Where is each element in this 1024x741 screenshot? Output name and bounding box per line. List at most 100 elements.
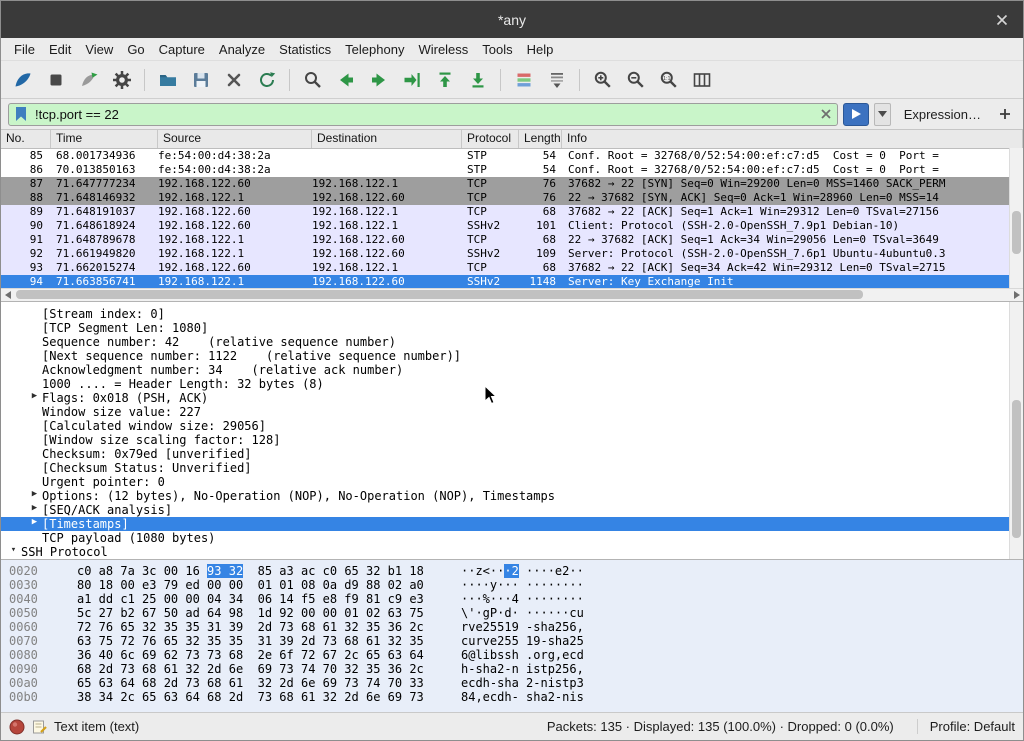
expander-icon[interactable] [27, 335, 42, 349]
expander-icon[interactable] [27, 419, 42, 433]
bookmark-icon[interactable] [14, 106, 28, 122]
expression-button[interactable]: Expression… [896, 107, 989, 122]
scroll-left-arrow[interactable] [1, 289, 14, 301]
packet-row[interactable]: 88 71.648146932 192.168.122.1 192.168.12… [1, 191, 1023, 205]
detail-row[interactable]: [Calculated window size: 29056] [1, 419, 1023, 433]
column-header-no[interactable]: No. [1, 130, 51, 148]
expander-icon[interactable] [27, 349, 42, 363]
detail-row[interactable]: ▶ Flags: 0x018 (PSH, ACK) [1, 391, 1023, 405]
add-filter-button[interactable] [994, 104, 1016, 125]
column-header-time[interactable]: Time [51, 130, 158, 148]
go-forward-button[interactable] [365, 66, 392, 93]
expander-icon[interactable] [27, 559, 42, 560]
detail-row[interactable]: [Stream index: 0] [1, 307, 1023, 321]
expander-icon[interactable] [27, 377, 42, 391]
scroll-right-arrow[interactable] [1010, 289, 1023, 301]
menu-item[interactable]: File [7, 40, 42, 59]
expander-icon[interactable]: ▶ [27, 503, 42, 517]
packet-row[interactable]: 87 71.647777234 192.168.122.60 192.168.1… [1, 177, 1023, 191]
hex-bytes[interactable]: 5c 27 b2 67 50 ad 64 98 1d 92 00 00 01 0… [77, 606, 435, 620]
packet-row[interactable]: 91 71.648789678 192.168.122.1 192.168.12… [1, 233, 1023, 247]
status-profile[interactable]: Profile: Default [917, 719, 1015, 734]
capture-restart-button[interactable] [75, 66, 102, 93]
hex-ascii[interactable]: \'·gP·d· ······cu [461, 606, 584, 620]
colorize-button[interactable] [510, 66, 537, 93]
go-first-button[interactable] [431, 66, 458, 93]
detail-row[interactable]: Checksum: 0x79ed [unverified] [1, 447, 1023, 461]
zoom-in-button[interactable] [589, 66, 616, 93]
hex-ascii[interactable]: ····y··· ········ [461, 578, 584, 592]
hex-bytes[interactable]: 68 2d 73 68 61 32 2d 6e 69 73 74 70 32 3… [77, 662, 435, 676]
expander-icon[interactable] [27, 307, 42, 321]
close-window-button[interactable] [991, 1, 1013, 38]
menu-item[interactable]: Telephony [338, 40, 411, 59]
hex-bytes[interactable]: 65 63 64 68 2d 73 68 61 32 2d 6e 69 73 7… [77, 676, 435, 690]
detail-row[interactable]: ▾ SSH Protocol [1, 545, 1023, 559]
display-filter-field[interactable] [8, 103, 838, 126]
expander-icon[interactable] [27, 475, 42, 489]
menu-item[interactable]: Statistics [272, 40, 338, 59]
hex-bytes[interactable]: c0 a8 7a 3c 00 16 93 32 85 a3 ac c0 65 3… [77, 564, 435, 578]
find-packet-button[interactable] [299, 66, 326, 93]
go-to-packet-button[interactable] [398, 66, 425, 93]
column-header-source[interactable]: Source [158, 130, 312, 148]
menu-item[interactable]: Go [120, 40, 151, 59]
detail-row[interactable]: ▶ Options: (12 bytes), No-Operation (NOP… [1, 489, 1023, 503]
column-header-protocol[interactable]: Protocol [462, 130, 519, 148]
hex-ascii[interactable]: 84,ecdh- sha2-nis [461, 690, 584, 704]
hex-ascii[interactable]: rve25519 -sha256, [461, 620, 584, 634]
expander-icon[interactable] [27, 461, 42, 475]
detail-row[interactable]: [Window size scaling factor: 128] [1, 433, 1023, 447]
expander-icon[interactable]: ▶ [27, 517, 42, 531]
expander-icon[interactable] [27, 321, 42, 335]
hex-bytes[interactable]: 80 18 00 e3 79 ed 00 00 01 01 08 0a d9 8… [77, 578, 435, 592]
packet-row[interactable]: 86 70.013850163 fe:54:00:d4:38:2a STP 54… [1, 163, 1023, 177]
capture-stop-button[interactable] [42, 66, 69, 93]
packet-row[interactable]: 90 71.648618924 192.168.122.60 192.168.1… [1, 219, 1023, 233]
packet-row[interactable]: 92 71.661949820 192.168.122.1 192.168.12… [1, 247, 1023, 261]
hex-bytes[interactable]: 36 40 6c 69 62 73 73 68 2e 6f 72 67 2c 6… [77, 648, 435, 662]
clear-filter-icon[interactable] [820, 108, 832, 120]
reload-file-button[interactable] [253, 66, 280, 93]
go-last-button[interactable] [464, 66, 491, 93]
hex-ascii[interactable]: ···%···4 ········ [461, 592, 584, 606]
expander-icon[interactable] [27, 363, 42, 377]
display-filter-input[interactable] [33, 106, 815, 123]
hex-ascii[interactable]: h-sha2-n istp256, [461, 662, 584, 676]
details-vscrollbar[interactable] [1009, 302, 1023, 559]
hex-ascii[interactable]: ··z<···2 ····e2·· [461, 564, 584, 578]
hex-bytes[interactable]: 38 34 2c 65 63 64 68 2d 73 68 61 32 2d 6… [77, 690, 435, 704]
apply-filter-button[interactable] [843, 103, 869, 126]
capture-comment-icon[interactable] [32, 719, 47, 735]
column-header-length[interactable]: Length [519, 130, 562, 148]
detail-row[interactable]: SSH Version 2 (encryption:chacha20-poly1… [1, 559, 1023, 560]
menu-item[interactable]: Capture [152, 40, 212, 59]
hex-row[interactable]: 0050 5c 27 b2 67 50 ad 64 98 1d 92 00 00… [9, 606, 1023, 620]
detail-row[interactable]: ▶ [Timestamps] [1, 517, 1023, 531]
expander-icon[interactable] [27, 405, 42, 419]
hex-row[interactable]: 00a0 65 63 64 68 2d 73 68 61 32 2d 6e 69… [9, 676, 1023, 690]
packet-row[interactable]: 89 71.648191037 192.168.122.60 192.168.1… [1, 205, 1023, 219]
scrollbar-thumb[interactable] [1012, 400, 1021, 539]
go-back-button[interactable] [332, 66, 359, 93]
auto-scroll-button[interactable] [543, 66, 570, 93]
expander-icon[interactable]: ▶ [27, 489, 42, 503]
menu-item[interactable]: Wireless [411, 40, 475, 59]
detail-row[interactable]: Urgent pointer: 0 [1, 475, 1023, 489]
scrollbar-thumb[interactable] [16, 290, 863, 299]
hex-ascii[interactable]: curve255 19-sha25 [461, 634, 584, 648]
packet-row[interactable]: 94 71.663856741 192.168.122.1 192.168.12… [1, 275, 1023, 289]
hex-row[interactable]: 0060 72 76 65 32 35 35 31 39 2d 73 68 61… [9, 620, 1023, 634]
packet-list-hscrollbar[interactable] [1, 288, 1023, 301]
open-file-button[interactable] [154, 66, 181, 93]
hex-row[interactable]: 0080 36 40 6c 69 62 73 73 68 2e 6f 72 67… [9, 648, 1023, 662]
menu-item[interactable]: Tools [475, 40, 519, 59]
column-header-destination[interactable]: Destination [312, 130, 462, 148]
detail-row[interactable]: Window size value: 227 [1, 405, 1023, 419]
detail-row[interactable]: [Checksum Status: Unverified] [1, 461, 1023, 475]
hex-bytes[interactable]: 63 75 72 76 65 32 35 35 31 39 2d 73 68 6… [77, 634, 435, 648]
expander-icon[interactable]: ▾ [6, 545, 21, 559]
save-file-button[interactable] [187, 66, 214, 93]
menu-item[interactable]: View [78, 40, 120, 59]
hex-bytes[interactable]: 72 76 65 32 35 35 31 39 2d 73 68 61 32 3… [77, 620, 435, 634]
